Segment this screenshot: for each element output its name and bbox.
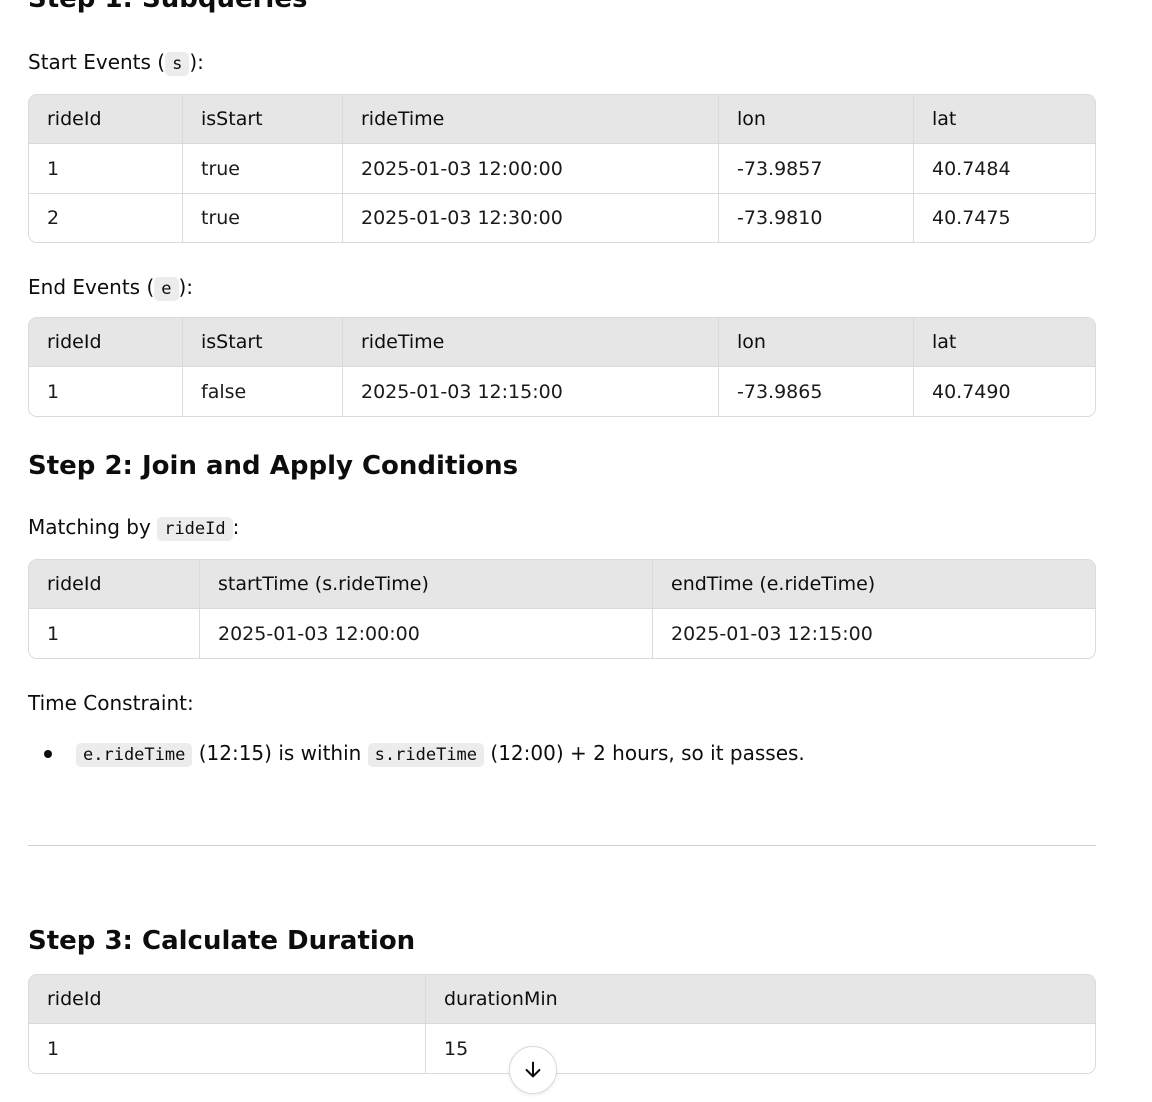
step2-heading: Step 2: Join and Apply Conditions: [28, 451, 519, 481]
step1-heading: Step 1: Subqueries: [28, 0, 1096, 16]
table-cell: -73.9857: [719, 144, 914, 193]
table-cell: 1: [29, 609, 200, 658]
arrow-down-icon: [525, 1061, 541, 1078]
table-cell: 40.7490: [914, 367, 1095, 416]
column-header: rideTime: [343, 318, 719, 367]
table-cell: 2025-01-03 12:00:00: [343, 144, 719, 193]
table-header-row: rideId isStart rideTime lon lat: [29, 318, 1095, 367]
column-header: lat: [914, 318, 1095, 367]
column-header: rideId: [29, 975, 426, 1024]
list-item: e.rideTime (12:15) is within s.rideTime …: [28, 737, 1096, 771]
table-cell: false: [183, 367, 343, 416]
table-cell: 2025-01-03 12:00:00: [200, 609, 653, 658]
table-row: 1 15: [29, 1024, 1095, 1073]
step3-heading: Step 3: Calculate Duration: [28, 926, 416, 956]
inline-code-e-ridetime: e.rideTime: [76, 743, 193, 767]
column-header: rideTime: [343, 95, 719, 144]
inline-code-s: s: [165, 52, 190, 76]
table-header-row: rideId durationMin: [29, 975, 1095, 1024]
matching-label: Matching by rideId:: [28, 515, 240, 541]
table-cell: 1: [29, 367, 183, 416]
column-header: startTime (s.rideTime): [200, 560, 653, 609]
table-cell: -73.9865: [719, 367, 914, 416]
end-events-label: End Events (e):: [28, 275, 194, 301]
constraint-list: e.rideTime (12:15) is within s.rideTime …: [28, 737, 1096, 771]
duration-table: rideId durationMin 1 15: [28, 974, 1096, 1074]
column-header: rideId: [29, 560, 200, 609]
table-row: 1 2025-01-03 12:00:00 2025-01-03 12:15:0…: [29, 609, 1095, 658]
column-header: isStart: [183, 318, 343, 367]
column-header: rideId: [29, 95, 183, 144]
start-events-table: rideId isStart rideTime lon lat 1 true 2…: [28, 94, 1096, 243]
table-cell: 2: [29, 193, 183, 242]
table-cell: 1: [29, 1024, 426, 1073]
end-events-table: rideId isStart rideTime lon lat 1 false …: [28, 317, 1096, 417]
table-cell: 1: [29, 144, 183, 193]
section-divider: [28, 845, 1096, 846]
column-header: durationMin: [426, 975, 1095, 1024]
table-cell: true: [183, 144, 343, 193]
inline-code-e: e: [154, 277, 179, 301]
table-row: 1 true 2025-01-03 12:00:00 -73.9857 40.7…: [29, 144, 1095, 193]
scroll-to-bottom-button[interactable]: [509, 1046, 557, 1094]
column-header: endTime (e.rideTime): [653, 560, 1095, 609]
join-table: rideId startTime (s.rideTime) endTime (e…: [28, 559, 1096, 659]
table-cell: -73.9810: [719, 193, 914, 242]
column-header: isStart: [183, 95, 343, 144]
table-cell: true: [183, 193, 343, 242]
table-cell: 2025-01-03 12:15:00: [343, 367, 719, 416]
table-header-row: rideId isStart rideTime lon lat: [29, 95, 1095, 144]
table-header-row: rideId startTime (s.rideTime) endTime (e…: [29, 560, 1095, 609]
table-row: 2 true 2025-01-03 12:30:00 -73.9810 40.7…: [29, 193, 1095, 242]
response-content: Step 1: Subqueries Start Events (s): rid…: [28, 0, 1096, 1074]
chat-response-page: Step 1: Subqueries Start Events (s): rid…: [0, 0, 1152, 1102]
start-events-label: Start Events (s):: [28, 50, 204, 76]
column-header: lon: [719, 95, 914, 144]
table-row: 1 false 2025-01-03 12:15:00 -73.9865 40.…: [29, 367, 1095, 416]
table-cell: 40.7484: [914, 144, 1095, 193]
table-cell: 2025-01-03 12:15:00: [653, 609, 1095, 658]
table-cell: 40.7475: [914, 193, 1095, 242]
table-cell: 2025-01-03 12:30:00: [343, 193, 719, 242]
column-header: rideId: [29, 318, 183, 367]
time-constraint-label: Time Constraint:: [28, 691, 194, 715]
inline-code-s-ridetime: s.rideTime: [367, 743, 485, 767]
inline-code-rideid: rideId: [157, 517, 233, 541]
column-header: lat: [914, 95, 1095, 144]
column-header: lon: [719, 318, 914, 367]
